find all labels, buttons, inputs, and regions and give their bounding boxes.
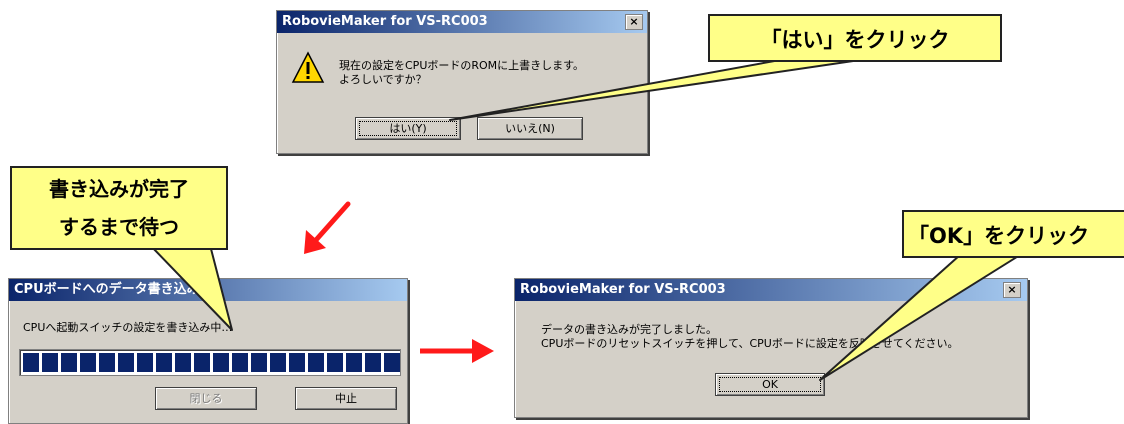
ok-instruction-text: 「OK」をクリック (908, 224, 1090, 248)
yes-callout-pointer (449, 59, 861, 121)
ok-callout-pointer (819, 254, 1021, 381)
ok-instruction-callout: 「OK」をクリック (902, 210, 1124, 258)
yes-instruction-callout: 「はい」をクリック (708, 14, 1002, 62)
wait-instruction-callout: 書き込みが完了 するまで待つ (10, 166, 228, 250)
wait-instruction-line2: するまで待つ (59, 215, 179, 239)
down-left-arrow (304, 201, 351, 254)
right-arrow (420, 339, 494, 363)
yes-instruction-text: 「はい」をクリック (760, 28, 950, 52)
wait-callout-pointer (149, 244, 233, 331)
wait-instruction-line1: 書き込みが完了 (49, 177, 189, 201)
